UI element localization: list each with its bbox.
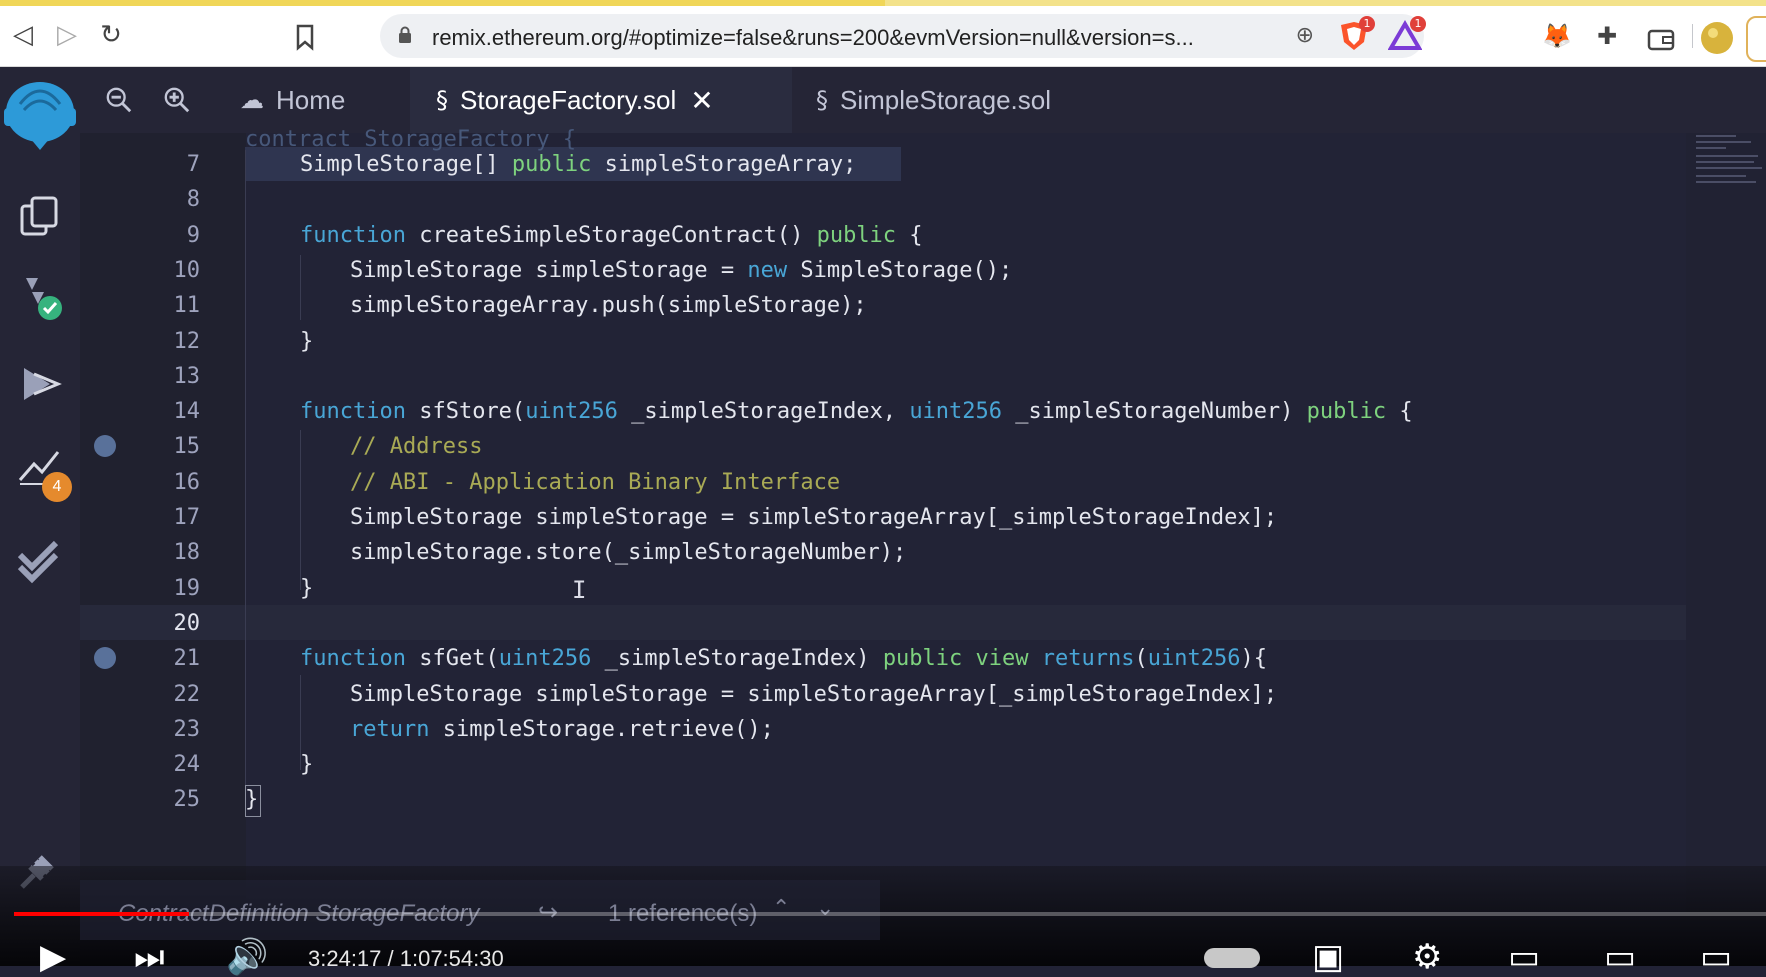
line-number: 17 (173, 505, 201, 530)
solidity-file-icon: § (436, 86, 448, 114)
video-time: 3:24:17 / 1:07:54:30 (308, 946, 504, 971)
chevron-up-icon[interactable]: ⌃ (772, 896, 790, 921)
code-line[interactable]: SimpleStorage[] public simpleStorageArra… (300, 147, 856, 182)
profile-button[interactable] (1746, 16, 1766, 62)
line-number: 22 (173, 681, 201, 707)
url-text: remix.ethereum.org/#optimize=false&runs=… (432, 25, 1194, 50)
line-number: 23 (173, 716, 201, 742)
code-line[interactable]: return simpleStorage.retrieve(); (350, 712, 774, 747)
line-number: 18 (173, 540, 201, 566)
analysis-badge: 4 (42, 472, 72, 502)
code-line[interactable]: // Address (350, 429, 482, 464)
brave-badge: 1 (1359, 16, 1375, 32)
line-number: 25 (173, 787, 201, 813)
bookmark-icon[interactable] (290, 22, 320, 52)
reload-icon[interactable]: ↻ (96, 20, 126, 50)
code-line[interactable]: } (300, 324, 313, 359)
line-number: 10 (173, 257, 201, 283)
code-line[interactable]: } (300, 571, 313, 606)
deploy-run-icon[interactable] (14, 360, 64, 410)
code-line[interactable]: // ABI - Application Binary Interface (350, 465, 840, 500)
bracket-match-highlight (245, 785, 261, 817)
line-number: 7 (186, 152, 200, 177)
address-bar[interactable]: remix.ethereum.org/#optimize=false&runs=… (380, 14, 1693, 58)
lock-icon (399, 26, 411, 43)
file-explorer-icon[interactable] (14, 192, 64, 242)
testing-check-icon[interactable] (14, 535, 64, 585)
code-line[interactable]: SimpleStorage simpleStorage = simpleStor… (350, 677, 1277, 712)
analysis-icon[interactable]: 4 (14, 440, 72, 502)
play-icon[interactable]: ▶ (40, 940, 66, 974)
profile-avatar[interactable] (1700, 21, 1733, 54)
brave-rewards-icon[interactable]: 1 (1387, 16, 1426, 52)
video-progress-fill (14, 912, 190, 916)
line-number: 24 (173, 752, 201, 778)
line-number: 20 (173, 610, 201, 636)
miniplayer-icon[interactable]: ▭ (1508, 940, 1540, 974)
current-line-highlight (80, 604, 1686, 640)
tab-label: SimpleStorage.sol (840, 84, 1051, 115)
autoplay-toggle[interactable] (1204, 948, 1260, 968)
code-line[interactable]: SimpleStorage simpleStorage = simpleStor… (350, 500, 1277, 535)
text-cursor-icon: I (572, 576, 587, 604)
indent-guide (300, 430, 301, 590)
code-line[interactable]: function sfStore(uint256 _simpleStorageI… (300, 394, 1413, 429)
captions-icon[interactable]: ▣ (1312, 940, 1344, 974)
indent-guide (300, 255, 301, 320)
indent-guide (245, 150, 246, 790)
line-number: 9 (186, 222, 200, 248)
volume-icon[interactable]: 🔊 (226, 940, 268, 974)
code-line[interactable]: function createSimpleStorageContract() p… (300, 218, 923, 253)
next-video-icon[interactable]: ⏭ (134, 940, 165, 974)
extensions-puzzle-icon[interactable]: ✚ (1592, 21, 1622, 51)
line-number: 8 (186, 187, 200, 213)
zoom-out-icon[interactable] (96, 67, 142, 133)
browser-toolbar: ◁ ▷ ↻ remix.ethereum.org/#optimize=false… (0, 6, 1766, 67)
line-number: 16 (173, 469, 201, 495)
video-progress-track[interactable] (14, 912, 1766, 916)
line-number: 12 (173, 328, 201, 354)
alert-badge: 1 (1410, 16, 1426, 32)
code-line[interactable]: simpleStorageArray.push(simpleStorage); (350, 288, 867, 323)
code-line[interactable]: } (300, 747, 313, 782)
toolbar-separator (1692, 24, 1693, 48)
solidity-file-icon: § (816, 86, 828, 114)
zoom-icon[interactable]: ⊕ (1296, 22, 1314, 48)
line-number: 14 (173, 399, 201, 425)
brave-shields-icon[interactable]: 1 (1337, 16, 1375, 52)
forward-icon[interactable]: ▷ (52, 20, 82, 50)
code-line[interactable]: SimpleStorage simpleStorage = new Simple… (350, 253, 1012, 288)
line-number: 19 (173, 575, 201, 601)
line-number: 11 (173, 293, 201, 319)
zoom-in-icon[interactable] (154, 67, 200, 133)
close-tab-icon[interactable]: ✕ (690, 84, 713, 117)
code-line[interactable]: function sfGet(uint256 _simpleStorageInd… (300, 641, 1267, 676)
theater-mode-icon[interactable]: ▭ (1604, 940, 1636, 974)
solidity-compiler-icon[interactable] (14, 272, 64, 322)
tab-label: StorageFactory.sol (460, 84, 677, 115)
cast-icon[interactable]: ▭ (1700, 940, 1732, 974)
indent-guide (300, 675, 301, 770)
home-icon: ☁ (240, 86, 264, 114)
code-line[interactable]: simpleStorage.store(_simpleStorageNumber… (350, 535, 906, 570)
settings-gear-icon[interactable]: ⚙ (1412, 940, 1442, 974)
chevron-down-icon[interactable]: ⌄ (816, 896, 834, 921)
metamask-fox-icon[interactable]: 🦊 (1542, 21, 1572, 51)
minimap[interactable] (1686, 133, 1766, 913)
wallet-icon[interactable] (1646, 24, 1676, 54)
line-number: 13 (173, 363, 201, 389)
tab-label: Home (276, 84, 346, 115)
back-icon[interactable]: ◁ (8, 20, 38, 50)
remix-logo-icon[interactable] (0, 68, 80, 158)
tab-simplestorage[interactable]: § SimpleStorage.sol (816, 67, 1146, 133)
